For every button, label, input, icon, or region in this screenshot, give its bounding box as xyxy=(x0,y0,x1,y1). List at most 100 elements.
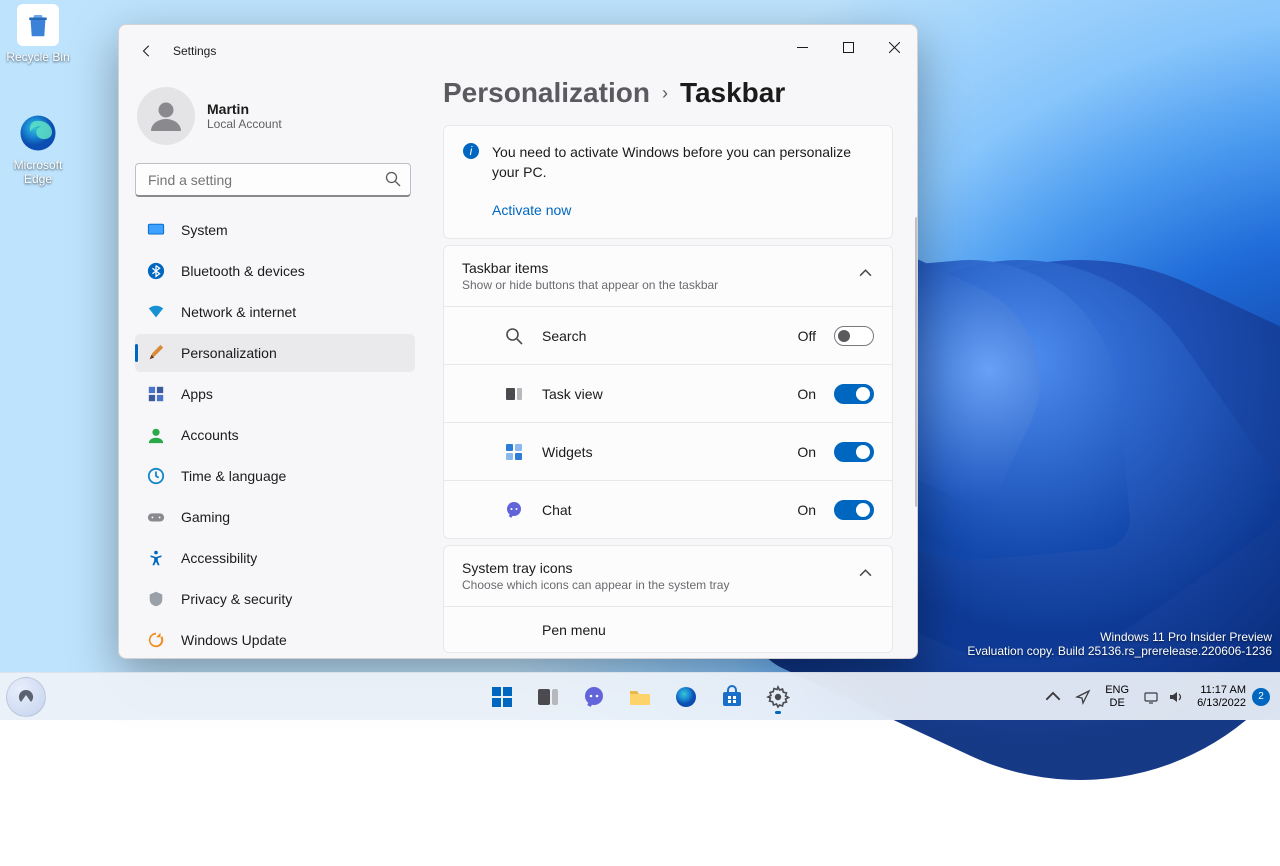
nav-item-time-language[interactable]: Time & language xyxy=(135,457,415,495)
category-title: System tray icons xyxy=(462,560,840,576)
chat-button[interactable] xyxy=(574,677,614,717)
edge-icon xyxy=(17,112,59,154)
watermark-line: Windows 11 Pro Insider Preview xyxy=(967,630,1272,644)
nav-label: Network & internet xyxy=(181,304,296,320)
clock-button[interactable]: 11:17 AM6/13/2022 2 xyxy=(1191,677,1274,717)
nav-item-gaming[interactable]: Gaming xyxy=(135,498,415,536)
chevron-up-icon xyxy=(859,567,872,585)
taskbar: ENGDE 11:17 AM6/13/2022 2 xyxy=(0,672,1280,720)
chat-toggle[interactable] xyxy=(834,500,874,520)
start-button[interactable] xyxy=(482,677,522,717)
recycle-bin-icon xyxy=(17,4,59,46)
settings-window: Settings Martin Local Account System xyxy=(118,24,918,659)
user-name: Martin xyxy=(207,101,282,117)
toggle-row-widgets: Widgets On xyxy=(444,422,892,480)
task-view-button[interactable] xyxy=(528,677,568,717)
toggle-state: On xyxy=(797,386,816,402)
file-explorer-button[interactable] xyxy=(620,677,660,717)
system-tray: ENGDE 11:17 AM6/13/2022 2 xyxy=(1039,677,1274,717)
search-field[interactable] xyxy=(135,163,411,197)
monitor-icon xyxy=(147,221,165,239)
gamepad-icon xyxy=(147,508,165,526)
bluetooth-icon xyxy=(147,262,165,280)
paintbrush-icon xyxy=(147,344,165,362)
nav-item-system[interactable]: System xyxy=(135,211,415,249)
avatar-icon xyxy=(137,87,195,145)
nav-item-windows-update[interactable]: Windows Update xyxy=(135,621,415,658)
task-view-icon xyxy=(504,384,524,404)
notification-badge: 2 xyxy=(1252,688,1270,706)
nav-item-personalization[interactable]: Personalization xyxy=(135,334,415,372)
update-icon xyxy=(147,631,165,649)
widgets-button[interactable] xyxy=(6,677,46,717)
chat-icon xyxy=(504,500,524,520)
nav-label: Accounts xyxy=(181,427,239,443)
nav-label: Windows Update xyxy=(181,632,287,648)
nav-label: Personalization xyxy=(181,345,277,361)
category-title: Taskbar items xyxy=(462,260,840,276)
nav-item-bluetooth[interactable]: Bluetooth & devices xyxy=(135,252,415,290)
clock-globe-icon xyxy=(147,467,165,485)
user-tile[interactable]: Martin Local Account xyxy=(135,77,415,163)
widgets-toggle[interactable] xyxy=(834,442,874,462)
activation-banner: i You need to activate Windows before yo… xyxy=(443,125,893,239)
edge-button[interactable] xyxy=(666,677,706,717)
volume-icon xyxy=(1167,689,1183,705)
language-switcher[interactable]: ENGDE xyxy=(1099,677,1135,717)
search-input[interactable] xyxy=(135,163,411,197)
close-button[interactable] xyxy=(871,29,917,65)
nav-item-accounts[interactable]: Accounts xyxy=(135,416,415,454)
nav-item-apps[interactable]: Apps xyxy=(135,375,415,413)
minimize-button[interactable] xyxy=(779,29,825,65)
nav-item-accessibility[interactable]: Accessibility xyxy=(135,539,415,577)
nav-label: Bluetooth & devices xyxy=(181,263,305,279)
breadcrumb: Personalization › Taskbar xyxy=(419,77,917,125)
shield-icon xyxy=(147,590,165,608)
search-icon xyxy=(504,326,524,346)
info-icon: i xyxy=(462,142,480,160)
toggle-label: Chat xyxy=(542,502,779,518)
settings-button[interactable] xyxy=(758,677,798,717)
taskbar-center xyxy=(482,677,798,717)
nav-label: Time & language xyxy=(181,468,286,484)
task-view-toggle[interactable] xyxy=(834,384,874,404)
titlebar[interactable]: Settings xyxy=(119,25,917,77)
toggle-row-task-view: Task view On xyxy=(444,364,892,422)
person-icon xyxy=(147,426,165,444)
toggle-label: Search xyxy=(542,328,780,344)
category-desc: Show or hide buttons that appear on the … xyxy=(462,278,840,292)
taskbar-items-header[interactable]: Taskbar items Show or hide buttons that … xyxy=(444,246,892,306)
settings-content: Personalization › Taskbar i You need to … xyxy=(419,77,917,658)
nav-label: System xyxy=(181,222,228,238)
chevron-right-icon: › xyxy=(662,83,668,104)
nav-item-privacy[interactable]: Privacy & security xyxy=(135,580,415,618)
taskbar-items-card: Taskbar items Show or hide buttons that … xyxy=(443,245,893,539)
nav-label: Apps xyxy=(181,386,213,402)
maximize-button[interactable] xyxy=(825,29,871,65)
system-tray-header[interactable]: System tray icons Choose which icons can… xyxy=(444,546,892,606)
tray-network-volume[interactable] xyxy=(1137,677,1189,717)
toggle-label: Pen menu xyxy=(542,622,874,638)
user-type: Local Account xyxy=(207,117,282,131)
tray-overflow-button[interactable] xyxy=(1039,677,1067,717)
desktop-icon-label: Recycle Bin xyxy=(0,50,76,64)
svg-text:i: i xyxy=(470,144,473,158)
toggle-row-chat: Chat On xyxy=(444,480,892,538)
desktop-icon-recycle-bin[interactable]: Recycle Bin xyxy=(0,4,76,64)
breadcrumb-parent[interactable]: Personalization xyxy=(443,77,650,109)
back-button[interactable] xyxy=(127,31,167,71)
category-desc: Choose which icons can appear in the sys… xyxy=(462,578,840,592)
desktop-icon-label: Microsoft Edge xyxy=(0,158,76,186)
store-button[interactable] xyxy=(712,677,752,717)
clock-time: 11:17 AM xyxy=(1200,684,1246,696)
watermark-line: Evaluation copy. Build 25136.rs_prerelea… xyxy=(967,644,1272,658)
window-title: Settings xyxy=(167,44,779,58)
toggle-state: On xyxy=(797,502,816,518)
desktop-icon-edge[interactable]: Microsoft Edge xyxy=(0,112,76,186)
toggle-row-search: Search Off xyxy=(444,306,892,364)
activate-link[interactable]: Activate now xyxy=(492,200,571,220)
nav-item-network[interactable]: Network & internet xyxy=(135,293,415,331)
tray-location-icon[interactable] xyxy=(1069,677,1097,717)
search-toggle[interactable] xyxy=(834,326,874,346)
toggle-label: Task view xyxy=(542,386,779,402)
